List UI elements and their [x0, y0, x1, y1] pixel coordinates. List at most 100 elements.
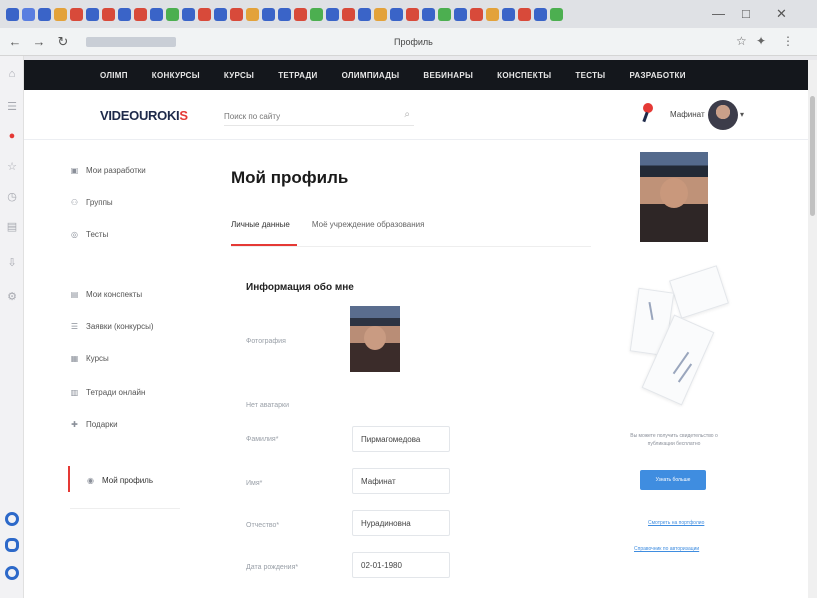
tab-favicon[interactable] — [230, 7, 243, 21]
tab-favicon[interactable] — [342, 7, 355, 21]
tab-favicon[interactable] — [6, 7, 19, 21]
sidebar-item-notebooks[interactable]: ▥ Тетради онлайн — [70, 388, 146, 397]
tab-institution[interactable]: Моё учреждение образования — [312, 220, 425, 229]
sidebar-item-developments[interactable]: ▣ Мои разработки — [70, 166, 146, 175]
tab-favicon[interactable] — [358, 7, 371, 21]
notification-icon[interactable]: ● — [6, 130, 18, 142]
topnav-item[interactable]: Конспекты — [497, 71, 551, 80]
tab-favicon[interactable] — [486, 7, 499, 21]
profile-tabs: Личные данные Моё учреждение образования — [231, 220, 424, 229]
notification-bell-icon[interactable] — [640, 103, 656, 125]
search-icon[interactable]: ⌕ — [404, 109, 410, 120]
avatar[interactable] — [708, 100, 738, 130]
sidebar-item-applications[interactable]: ☰ Заявки (конкурсы) — [70, 322, 154, 331]
topnav-item[interactable]: Тесты — [575, 71, 605, 80]
o-letter-icon[interactable] — [5, 566, 19, 580]
tab-favicon[interactable] — [502, 7, 515, 21]
extension-icon[interactable]: ✦ — [756, 34, 766, 48]
site-logo[interactable]: VIDEOUROKIS — [100, 108, 188, 123]
tab-favicon[interactable] — [470, 7, 483, 21]
sidebar-item-profile[interactable]: ◉ Мой профиль — [70, 476, 153, 485]
reload-icon[interactable]: ↻ — [56, 34, 70, 50]
tab-favicon[interactable] — [422, 7, 435, 21]
sidebar-item-courses[interactable]: ▦ Курсы — [70, 354, 109, 363]
tab-favicon[interactable] — [374, 7, 387, 21]
tab-favicon[interactable] — [310, 7, 323, 21]
tab-favicon[interactable] — [534, 7, 547, 21]
sidebar-item-tests[interactable]: ◎ Тесты — [70, 230, 108, 239]
bookmark-icon[interactable]: ☆ — [6, 160, 18, 173]
promo-button[interactable]: Узнать больше — [640, 470, 706, 490]
download-icon[interactable]: ⇩ — [6, 256, 18, 269]
tab-favicon[interactable] — [118, 7, 131, 21]
tab-favicon[interactable] — [278, 7, 291, 21]
o-letter-icon[interactable] — [5, 512, 19, 526]
surname-field[interactable] — [352, 426, 450, 452]
o-letter-icon[interactable] — [5, 538, 19, 552]
tab-favicon[interactable] — [134, 7, 147, 21]
name-field[interactable] — [352, 468, 450, 494]
user-name[interactable]: Мафинат — [670, 110, 705, 119]
tab-favicon[interactable] — [262, 7, 275, 21]
tab-favicon[interactable] — [86, 7, 99, 21]
tab-favicon[interactable] — [390, 7, 403, 21]
home-icon[interactable]: ⌂ — [6, 68, 18, 80]
maximize-button[interactable]: □ — [742, 6, 750, 21]
back-icon[interactable]: ← — [8, 34, 22, 49]
url-field[interactable] — [86, 36, 176, 47]
profile-photo[interactable] — [350, 306, 400, 372]
tab-favicon[interactable] — [326, 7, 339, 21]
topnav-item[interactable]: Вебинары — [423, 71, 473, 80]
menu-dots-icon[interactable]: ⋮ — [782, 34, 794, 48]
star-icon[interactable]: ☆ — [736, 34, 747, 48]
settings-icon[interactable]: ⚙ — [6, 290, 18, 303]
sidebar-item-gifts[interactable]: ✚ Подарки — [70, 420, 117, 429]
tab-favicon[interactable] — [518, 7, 531, 21]
tab-favicon[interactable] — [22, 7, 35, 21]
tab-favicon[interactable] — [550, 7, 563, 21]
tab-favicon[interactable] — [246, 7, 259, 21]
topnav-item[interactable]: Конкурсы — [152, 71, 200, 80]
tab-favicon[interactable] — [406, 7, 419, 21]
tab-favicon[interactable] — [294, 7, 307, 21]
tab-favicon[interactable] — [438, 7, 451, 21]
search-input[interactable] — [224, 107, 394, 126]
search-box: ⌕ — [224, 106, 414, 126]
tab-favicon[interactable] — [214, 7, 227, 21]
forward-icon[interactable]: → — [32, 34, 46, 49]
promo-illustration — [628, 262, 729, 422]
scrollbar-thumb[interactable] — [810, 96, 815, 216]
topnav-item[interactable]: Олимпиады — [342, 71, 400, 80]
browser-sidebar: ⌂ ☰ ● ☆ ◷ ▤ ⇩ ⚙ — [0, 56, 24, 598]
sidebar-item-notes[interactable]: ▤ Мои конспекты — [70, 290, 142, 299]
tab-favicon[interactable] — [54, 7, 67, 21]
tab-personal-data[interactable]: Личные данные — [231, 220, 290, 229]
tab-favicon[interactable] — [102, 7, 115, 21]
list-icon: ☰ — [70, 322, 79, 331]
tab-favicon[interactable] — [70, 7, 83, 21]
authorization-link[interactable]: Справочник по авторизации — [634, 546, 699, 552]
sidebar-item-groups[interactable]: ⚇ Группы — [70, 198, 113, 207]
patronymic-field[interactable] — [352, 510, 450, 536]
notes-icon: ▤ — [70, 290, 79, 299]
topnav-item[interactable]: Тетради — [278, 71, 317, 80]
portfolio-link[interactable]: Смотреть на портфолио — [648, 520, 704, 526]
topnav-item[interactable]: Разработки — [629, 71, 685, 80]
chevron-down-icon[interactable]: ▾ — [740, 110, 744, 119]
minimize-button[interactable]: — — [712, 6, 725, 21]
birthdate-field[interactable] — [352, 552, 450, 578]
tab-favicon[interactable] — [182, 7, 195, 21]
notes-icon[interactable]: ▤ — [6, 220, 18, 233]
topnav-item[interactable]: Олімп — [100, 71, 128, 80]
close-window-button[interactable]: ✕ — [776, 6, 787, 22]
tab-favicon[interactable] — [454, 7, 467, 21]
history-icon[interactable]: ◷ — [6, 190, 18, 203]
promo-text: Вы можете получить свидетельство о публи… — [630, 433, 718, 447]
tab-favicon[interactable] — [166, 7, 179, 21]
tab-favicon[interactable] — [38, 7, 51, 21]
no-avatar-label: Нет аватарки — [246, 402, 290, 409]
tab-favicon[interactable] — [198, 7, 211, 21]
tab-favicon[interactable] — [150, 7, 163, 21]
topnav-item[interactable]: Курсы — [224, 71, 254, 80]
list-icon[interactable]: ☰ — [6, 100, 18, 113]
